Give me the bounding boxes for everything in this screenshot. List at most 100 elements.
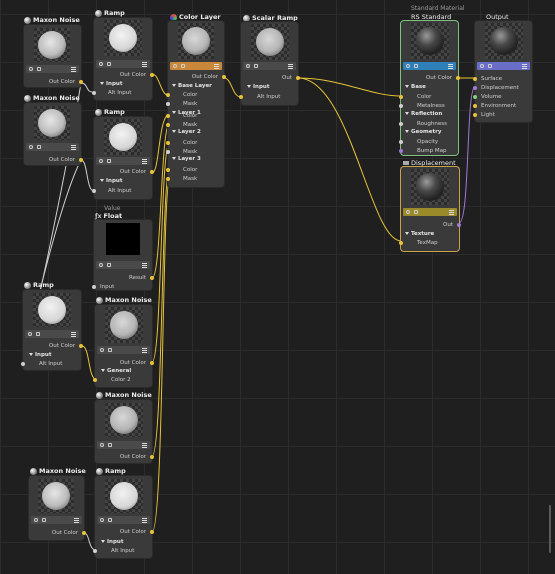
image-icon[interactable] xyxy=(254,64,258,68)
float-node[interactable]: Result Input xyxy=(92,220,154,290)
scalarramp-node[interactable]: Out Input Alt Input xyxy=(239,22,300,105)
rsstandard-out-port[interactable] xyxy=(456,76,460,80)
noise5-out-port[interactable] xyxy=(82,531,86,535)
image-icon[interactable] xyxy=(37,67,41,71)
ramp4-node[interactable]: Out Color Input Alt Input xyxy=(93,476,154,558)
rsstandard-metalness-port[interactable] xyxy=(399,104,403,108)
noise5-node[interactable]: Out Color xyxy=(29,476,86,540)
displacement-texmap-port[interactable] xyxy=(399,241,403,245)
colorlayer-base-color-port[interactable] xyxy=(166,93,170,97)
info-icon[interactable] xyxy=(100,348,104,352)
ramp1-input-section[interactable]: Input xyxy=(100,81,122,87)
noise2-node[interactable]: Out Color xyxy=(24,103,83,165)
noise1-out-port[interactable] xyxy=(79,80,83,84)
ramp4-input-section[interactable]: Input xyxy=(101,539,123,545)
rsstandard-geometry-section[interactable]: Geometry xyxy=(405,129,441,135)
menu-icon[interactable] xyxy=(71,144,76,150)
image-icon[interactable] xyxy=(107,263,111,267)
noise3-general-section[interactable]: General xyxy=(101,368,131,374)
colorlayer-l1-mask-port[interactable] xyxy=(166,123,170,127)
menu-icon[interactable] xyxy=(214,63,219,69)
ramp2-title[interactable]: Ramp xyxy=(95,108,125,116)
ramp3-altinput-port[interactable] xyxy=(21,362,25,366)
output-environment-port[interactable] xyxy=(473,104,477,108)
colorlayer-layer2-section[interactable]: Layer 2 xyxy=(172,129,201,135)
image-icon[interactable] xyxy=(108,518,112,522)
output-displacement-port[interactable] xyxy=(473,86,477,90)
output-surface-port[interactable] xyxy=(473,77,477,81)
noise3-out-port[interactable] xyxy=(150,361,154,365)
colorlayer-node[interactable]: Out Color Base Layer Color Mask Layer 1 … xyxy=(166,21,226,187)
info-icon[interactable] xyxy=(406,64,410,68)
menu-icon[interactable] xyxy=(71,331,76,337)
noise2-title[interactable]: Maxon Noise xyxy=(24,94,80,102)
rsstandard-bumpmap-port[interactable] xyxy=(399,149,403,153)
ramp4-title[interactable]: Ramp xyxy=(96,467,126,475)
ramp4-out-port[interactable] xyxy=(150,530,154,534)
ramp1-title[interactable]: Ramp xyxy=(95,9,125,17)
menu-icon[interactable] xyxy=(142,347,147,353)
scalarramp-title[interactable]: Scalar Ramp xyxy=(243,14,298,22)
scalarramp-input-section[interactable]: Input xyxy=(247,84,269,90)
rsstandard-opacity-port[interactable] xyxy=(399,140,403,144)
colorlayer-l3-color-port[interactable] xyxy=(166,168,170,172)
info-icon[interactable] xyxy=(99,263,103,267)
float-title[interactable]: ƒx Float xyxy=(95,212,122,220)
image-icon[interactable] xyxy=(108,443,112,447)
ramp2-node[interactable]: Out Color Input Alt Input xyxy=(92,117,154,199)
menu-icon[interactable] xyxy=(142,158,147,164)
info-icon[interactable] xyxy=(100,443,104,447)
image-icon[interactable] xyxy=(108,348,112,352)
ramp3-out-port[interactable] xyxy=(79,344,83,348)
float-out-port[interactable] xyxy=(150,276,154,280)
rsstandard-reflection-section[interactable]: Reflection xyxy=(405,111,442,117)
info-icon[interactable] xyxy=(99,159,103,163)
info-icon[interactable] xyxy=(246,64,250,68)
image-icon[interactable] xyxy=(488,64,492,68)
image-icon[interactable] xyxy=(414,210,418,214)
menu-icon[interactable] xyxy=(142,262,147,268)
ramp4-altinput-port[interactable] xyxy=(93,549,97,553)
scalarramp-out-port[interactable] xyxy=(296,76,300,80)
menu-icon[interactable] xyxy=(142,517,147,523)
noise5-title[interactable]: Maxon Noise xyxy=(30,467,86,475)
scalarramp-altinput-port[interactable] xyxy=(239,95,243,99)
rsstandard-roughness-port[interactable] xyxy=(399,122,403,126)
info-icon[interactable] xyxy=(100,518,104,522)
colorlayer-layer3-section[interactable]: Layer 3 xyxy=(172,156,201,162)
vertical-scrollbar[interactable] xyxy=(549,505,551,553)
menu-icon[interactable] xyxy=(142,442,147,448)
rsstandard-color-port[interactable] xyxy=(399,95,403,99)
noise4-node[interactable]: Out Color xyxy=(95,400,154,463)
info-icon[interactable] xyxy=(99,62,103,66)
colorlayer-l2-color-port[interactable] xyxy=(166,141,170,145)
menu-icon[interactable] xyxy=(449,209,454,215)
info-icon[interactable] xyxy=(480,64,484,68)
ramp1-altinput-port[interactable] xyxy=(92,91,96,95)
image-icon[interactable] xyxy=(414,64,418,68)
output-title[interactable]: Output xyxy=(486,13,509,21)
noise1-title[interactable]: Maxon Noise xyxy=(24,16,80,24)
rsstandard-title[interactable]: RS Standard xyxy=(411,13,451,21)
image-icon[interactable] xyxy=(107,62,111,66)
output-node[interactable]: Surface Displacement Volume Environment … xyxy=(473,21,532,122)
info-icon[interactable] xyxy=(173,64,177,68)
ramp3-title[interactable]: Ramp xyxy=(24,281,54,289)
ramp2-input-section[interactable]: Input xyxy=(100,178,122,184)
displacement-title[interactable]: Displacement xyxy=(403,159,456,167)
noise3-node[interactable]: Out Color General Color 2 xyxy=(93,305,154,387)
noise3-color2-port[interactable] xyxy=(93,378,97,382)
info-icon[interactable] xyxy=(406,210,410,214)
output-light-port[interactable] xyxy=(473,113,477,117)
image-icon[interactable] xyxy=(107,159,111,163)
noise2-out-port[interactable] xyxy=(79,158,83,162)
colorlayer-l1-color-port[interactable] xyxy=(166,114,170,118)
colorlayer-l3-mask-port[interactable] xyxy=(166,177,170,181)
colorlayer-out-port[interactable] xyxy=(222,75,226,79)
ramp2-altinput-port[interactable] xyxy=(92,189,96,193)
noise3-title[interactable]: Maxon Noise xyxy=(96,296,152,304)
displacement-out-port[interactable] xyxy=(457,223,461,227)
float-input-port[interactable] xyxy=(92,285,96,289)
rsstandard-node[interactable]: Out Color Base Color Metalness Reflectio… xyxy=(399,21,460,155)
colorlayer-l2-mask-port[interactable] xyxy=(166,150,170,154)
